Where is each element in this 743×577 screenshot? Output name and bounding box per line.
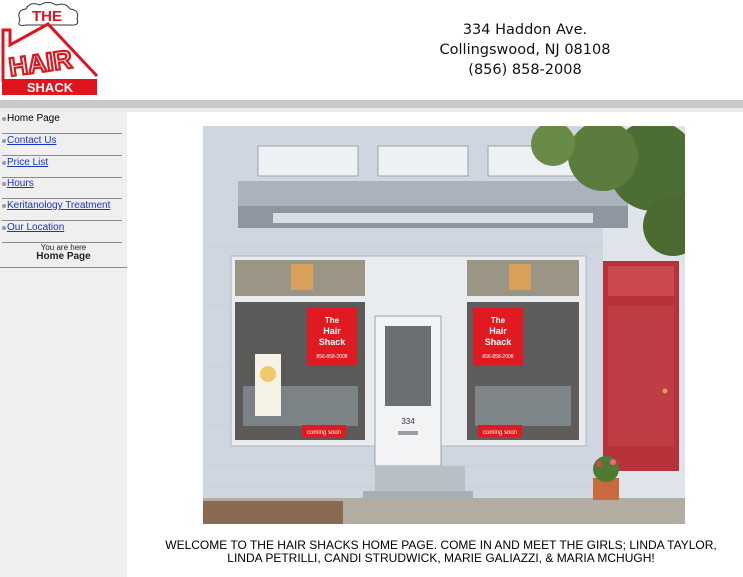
sidebar-nav: Home Page Contact Us Price List Hours Ke… (0, 112, 127, 577)
storefront-photo: 334 The Hair Shack 856-858-2008 The Hair… (203, 126, 685, 524)
city-state-zip: Collingswood, NJ 08108 (439, 42, 611, 58)
bullet-icon (2, 204, 6, 208)
bullet-icon (2, 226, 6, 230)
coming-soon-right: coming soon (483, 430, 517, 436)
page-header: THE HAIR SHACK 334 Haddon Ave. Collingsw… (0, 0, 743, 100)
sign-right-phone: 856-858-2008 (482, 354, 513, 360)
sign-left-hair: Hair (323, 326, 341, 336)
sign-left-the: The (325, 316, 340, 325)
bullet-icon (2, 117, 6, 121)
business-address: 334 Haddon Ave. Collingswood, NJ 08108 (… (400, 20, 650, 80)
sign-right-shack: Shack (485, 337, 513, 347)
sidebar-link-contact-us[interactable]: Contact Us (7, 134, 56, 148)
street-address: 334 Haddon Ave. (462, 22, 588, 38)
hair-shack-logo[interactable]: THE HAIR SHACK (0, 0, 100, 96)
welcome-message: WELCOME TO THE HAIR SHACKS HOME PAGE. CO… (135, 539, 743, 565)
sign-left-phone: 856-858-2008 (316, 354, 347, 360)
coming-soon-left: coming soon (307, 430, 341, 436)
sidebar-link-our-location[interactable]: Our Location (7, 221, 64, 235)
sidebar-link-price-list[interactable]: Price List (7, 156, 48, 170)
bullet-icon (2, 139, 6, 143)
bullet-icon (2, 161, 6, 165)
sign-left-shack: Shack (319, 337, 347, 347)
sidebar-item-price-list[interactable]: Price List (2, 156, 122, 178)
current-page-label: Home Page (36, 251, 91, 262)
logo-the-text: THE (32, 8, 62, 25)
header-divider-dark (0, 100, 743, 108)
sidebar-item-keritanology-treatment[interactable]: Keritanology Treatment (2, 199, 122, 221)
sidebar-item-our-location[interactable]: Our Location (2, 221, 122, 243)
logo-shack-text: SHACK (27, 80, 74, 95)
sign-right-the: The (491, 316, 506, 325)
bullet-icon (2, 182, 6, 186)
sign-right-hair: Hair (489, 326, 507, 336)
sidebar-item-contact-us[interactable]: Contact Us (2, 134, 122, 156)
welcome-line-2: LINDA PETRILLI, CANDI STRUDWICK, MARIE G… (227, 551, 655, 565)
sidebar-item-home-page[interactable]: Home Page (2, 112, 122, 134)
sidebar-link-keritanology-treatment[interactable]: Keritanology Treatment (7, 199, 110, 213)
sidebar-divider (0, 267, 127, 268)
sidebar-item-label: Home Page (7, 113, 60, 124)
logo-hair-text: HAIR (7, 44, 74, 83)
door-number: 334 (401, 417, 415, 426)
phone-number: (856) 858-2008 (468, 62, 582, 78)
sidebar-item-hours[interactable]: Hours (2, 177, 122, 199)
sidebar-link-hours[interactable]: Hours (7, 177, 34, 191)
